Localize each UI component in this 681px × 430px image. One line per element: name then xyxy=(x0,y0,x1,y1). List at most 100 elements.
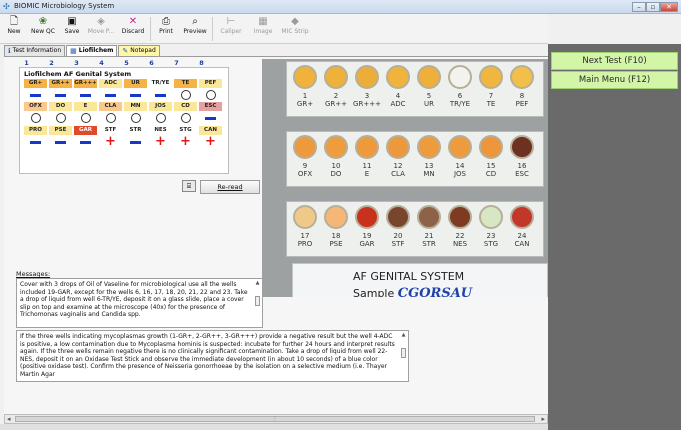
test-cell: DO xyxy=(49,102,72,111)
result-circle[interactable] xyxy=(24,113,47,123)
well xyxy=(510,65,534,89)
result-circle[interactable] xyxy=(99,113,122,123)
sheet-sample: Sample CGORSAU xyxy=(353,286,472,297)
well-label: 17 PRO xyxy=(297,232,313,248)
result-plus[interactable]: + xyxy=(174,135,197,148)
save-button[interactable]: ▣ Save xyxy=(60,14,84,42)
scroll-left-icon[interactable]: ◂ xyxy=(7,415,11,423)
well xyxy=(417,65,441,89)
test-cell: JOS xyxy=(149,102,172,111)
result-minus[interactable] xyxy=(49,90,72,100)
mic-strip-icon: ◆ xyxy=(291,16,299,27)
result-minus[interactable] xyxy=(74,137,97,147)
discard-button[interactable]: ✕ Discard xyxy=(118,14,148,42)
well xyxy=(510,135,534,159)
test-cell: GR+++ xyxy=(74,79,97,88)
column-number: 3 xyxy=(74,59,79,67)
horizontal-scrollbar[interactable]: ◂ ⋮ ▸ xyxy=(4,414,548,424)
result-circle[interactable] xyxy=(49,113,72,123)
result-minus[interactable] xyxy=(99,90,122,100)
window-title: BIOMIC Microbiology System xyxy=(14,2,115,10)
well-label: 24 CAN xyxy=(514,232,530,248)
app-icon[interactable]: ✣ xyxy=(3,3,11,11)
test-cell: TE xyxy=(174,79,197,88)
result-circle[interactable] xyxy=(149,113,172,123)
result-minus[interactable] xyxy=(24,90,47,100)
title-bar: ✣ BIOMIC Microbiology System – ▫ ✕ xyxy=(0,0,681,14)
result-minus[interactable] xyxy=(124,90,147,100)
result-circle[interactable] xyxy=(124,113,147,123)
scroll-thumb[interactable] xyxy=(255,296,260,306)
info-icon: ℹ xyxy=(8,47,11,55)
print-button[interactable]: ⎙ Print xyxy=(154,14,178,42)
message-box-secondary[interactable]: If the three wells indicating mycoplasma… xyxy=(16,330,409,382)
scanner-icon[interactable]: ⌸ xyxy=(182,180,196,192)
result-plus[interactable]: + xyxy=(199,135,222,148)
toolbar: 🗋 New ❀ New QC ▣ Save ◈ Move P... ✕ Disc… xyxy=(0,14,548,44)
tab-test-information[interactable]: ℹ Test Information xyxy=(4,45,66,56)
well xyxy=(386,205,410,229)
reread-button[interactable]: Re-read xyxy=(200,180,260,194)
test-cell: CLA xyxy=(99,102,122,111)
handwritten-sample-id: CGORSAU xyxy=(397,286,473,297)
result-minus[interactable] xyxy=(49,137,72,147)
test-cell: ADC xyxy=(99,79,122,88)
scroll-right-icon[interactable]: ▸ xyxy=(541,415,545,423)
well-strip-row-1: 1 GR+ 2 GR++ 3 GR+++ 4 ADC 5 UR 6 TR/YE 7 TE 8P… xyxy=(286,61,544,117)
next-test-button[interactable]: Next Test (F10) xyxy=(551,52,678,70)
well xyxy=(293,135,317,159)
minimize-button[interactable]: – xyxy=(632,2,646,12)
well-label: 1 GR+ xyxy=(296,92,314,108)
scroll-thumb[interactable] xyxy=(401,348,406,358)
result-minus[interactable] xyxy=(24,137,47,147)
test-cell: PSE xyxy=(49,126,72,135)
preview-button[interactable]: ⌕ Preview xyxy=(180,14,210,42)
save-icon: ▣ xyxy=(67,16,77,27)
result-circle[interactable] xyxy=(174,90,197,100)
well-label: 7 TE xyxy=(486,92,496,108)
test-row-1: GR+ GR++ GR+++ ADC UR TR/YE TE PEF xyxy=(24,79,224,88)
scroll-up-icon[interactable]: ▲ xyxy=(254,280,261,286)
mic-strip-button[interactable]: ◆ MIC Strip xyxy=(280,14,310,42)
result-circle[interactable] xyxy=(74,113,97,123)
close-button[interactable]: ✕ xyxy=(660,2,678,12)
new-button[interactable]: 🗋 New xyxy=(2,14,26,42)
result-minus[interactable] xyxy=(74,90,97,100)
well-label: 18 PSE xyxy=(329,232,343,248)
move-button[interactable]: ◈ Move P... xyxy=(86,14,116,42)
well-label: 10 DO xyxy=(330,162,342,178)
message-scrollbar[interactable]: ▲ xyxy=(400,332,407,380)
well-label: 19 GAR xyxy=(359,232,375,248)
message-scrollbar[interactable]: ▲ xyxy=(254,280,261,326)
scroll-up-icon[interactable]: ▲ xyxy=(400,332,407,338)
main-menu-button[interactable]: Main Menu (F12) xyxy=(551,71,678,89)
result-plus[interactable]: + xyxy=(99,135,122,148)
message-box-primary[interactable]: Cover with 3 drops of Oil of Vaseline fo… xyxy=(16,278,263,328)
sheet-title: AF GENITAL SYSTEM xyxy=(353,270,465,283)
result-minus[interactable] xyxy=(124,137,147,147)
well xyxy=(479,135,503,159)
scroll-thumb[interactable]: ⋮ xyxy=(15,416,535,422)
image-button[interactable]: ▦ Image xyxy=(248,14,278,42)
new-qc-button[interactable]: ❀ New QC xyxy=(28,14,58,42)
result-circle[interactable] xyxy=(174,113,197,123)
tab-notepad[interactable]: ✎ Notepad xyxy=(118,45,160,56)
maximize-button[interactable]: ▫ xyxy=(646,2,660,12)
well xyxy=(324,205,348,229)
toolbar-separator xyxy=(150,17,151,41)
well-strip-row-2: 9 OFX 10 DO 11 E 12 CLA 13 MN 14 JOS 15 CD 16 ES… xyxy=(286,131,544,187)
well-label: 4 ADC xyxy=(390,92,406,108)
result-plus[interactable]: + xyxy=(149,135,172,148)
result-circle[interactable] xyxy=(199,90,222,100)
test-cell: MN xyxy=(124,102,147,111)
well xyxy=(386,65,410,89)
result-minus[interactable] xyxy=(149,90,172,100)
well xyxy=(417,135,441,159)
result-minus[interactable] xyxy=(199,113,222,123)
discard-icon: ✕ xyxy=(128,16,138,27)
strip-photo: 1 GR+ 2 GR++ 3 GR+++ 4 ADC 5 UR 6 TR/YE 7 TE 8P… xyxy=(262,59,548,297)
caliper-button[interactable]: ⊢ Caliper xyxy=(216,14,246,42)
well-label: 15 CD xyxy=(485,162,497,178)
well-label: 9 OFX xyxy=(297,162,313,178)
tab-liofilchem[interactable]: ▦ Liofilchem xyxy=(66,45,118,56)
